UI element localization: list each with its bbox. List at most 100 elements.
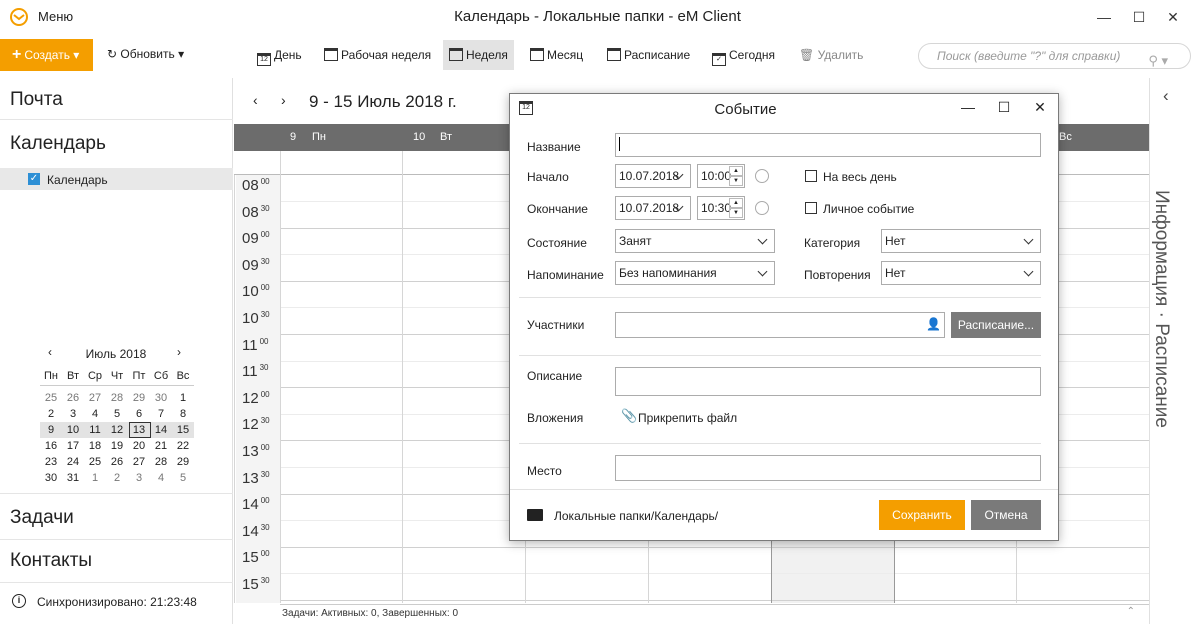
mini-calendar-day[interactable]: 29 bbox=[172, 454, 194, 470]
location-input[interactable] bbox=[615, 455, 1041, 481]
cancel-button[interactable]: Отмена bbox=[971, 500, 1041, 530]
timezone-globe-icon[interactable] bbox=[755, 201, 769, 215]
mini-calendar-day[interactable]: 21 bbox=[150, 438, 172, 454]
mini-calendar-day[interactable]: 23 bbox=[40, 454, 62, 470]
refresh-button[interactable]: ↻ Обновить ▾ bbox=[107, 47, 184, 61]
start-time-input[interactable]: 10:00 ▲ ▼ bbox=[697, 164, 745, 188]
timezone-globe-icon[interactable] bbox=[755, 169, 769, 183]
mini-calendar-day[interactable]: 26 bbox=[106, 454, 128, 470]
description-input[interactable] bbox=[615, 367, 1041, 396]
view-week-button[interactable]: Неделя bbox=[443, 40, 514, 70]
mini-calendar-day[interactable]: 12 bbox=[106, 422, 128, 438]
mini-calendar-day[interactable]: 4 bbox=[84, 406, 106, 422]
close-button[interactable]: ✕ bbox=[1162, 6, 1184, 28]
dialog-minimize-button[interactable]: — bbox=[958, 99, 978, 115]
mini-calendar-day[interactable]: 3 bbox=[62, 406, 84, 422]
maximize-button[interactable]: ☐ bbox=[1128, 6, 1150, 28]
schedule-button[interactable]: Расписание... bbox=[951, 312, 1041, 338]
spin-down-icon[interactable]: ▼ bbox=[729, 208, 743, 218]
mini-calendar-day[interactable]: 29 bbox=[128, 390, 150, 406]
mini-calendar-day[interactable]: 5 bbox=[172, 470, 194, 486]
calendar-checkbox[interactable]: ✓ bbox=[28, 173, 40, 185]
delete-button[interactable]: 🗑 Удалить bbox=[793, 40, 869, 70]
save-button[interactable]: Сохранить bbox=[879, 500, 965, 530]
folder-path[interactable]: Локальные папки/Календарь/ bbox=[554, 509, 718, 523]
nav-calendar[interactable]: Календарь bbox=[10, 133, 106, 155]
reminder-select[interactable]: Без напоминания bbox=[615, 261, 775, 285]
mini-calendar-day[interactable]: 1 bbox=[172, 390, 194, 406]
chevron-up-icon[interactable]: ⌃ bbox=[1127, 606, 1135, 617]
mini-calendar-day[interactable]: 30 bbox=[150, 390, 172, 406]
spin-up-icon[interactable]: ▲ bbox=[729, 198, 743, 208]
mini-calendar-day[interactable]: 27 bbox=[84, 390, 106, 406]
spin-down-icon[interactable]: ▼ bbox=[729, 176, 743, 186]
category-select[interactable]: Нет bbox=[881, 229, 1041, 253]
mini-calendar-day[interactable]: 11 bbox=[84, 422, 106, 438]
mini-calendar-day[interactable]: 22 bbox=[172, 438, 194, 454]
mini-calendar-day[interactable]: 18 bbox=[84, 438, 106, 454]
mini-calendar-day[interactable]: 16 bbox=[40, 438, 62, 454]
mini-calendar-day[interactable]: 4 bbox=[150, 470, 172, 486]
dialog-maximize-button[interactable]: ☐ bbox=[994, 99, 1014, 116]
next-week-button[interactable]: › bbox=[281, 92, 286, 108]
add-person-icon[interactable]: 👤 bbox=[926, 317, 941, 331]
nav-tasks[interactable]: Задачи bbox=[10, 507, 74, 529]
mini-calendar-day[interactable]: 5 bbox=[106, 406, 128, 422]
mini-calendar-day[interactable]: 19 bbox=[106, 438, 128, 454]
mini-calendar-day[interactable]: 17 bbox=[62, 438, 84, 454]
chevron-left-icon[interactable]: ‹ bbox=[48, 345, 52, 359]
mini-calendar-day[interactable]: 30 bbox=[40, 470, 62, 486]
hour-value: 15 bbox=[242, 549, 259, 567]
name-input[interactable] bbox=[615, 133, 1041, 157]
chevron-left-icon[interactable]: ‹ bbox=[1163, 86, 1169, 106]
mini-calendar-day[interactable]: 2 bbox=[40, 406, 62, 422]
mini-calendar-day[interactable]: 3 bbox=[128, 470, 150, 486]
prev-week-button[interactable]: ‹ bbox=[253, 92, 258, 108]
allday-checkbox[interactable] bbox=[805, 170, 817, 182]
mini-calendar-day[interactable]: 27 bbox=[128, 454, 150, 470]
mini-calendar-day[interactable]: 31 bbox=[62, 470, 84, 486]
mini-calendar-day[interactable]: 28 bbox=[150, 454, 172, 470]
nav-mail[interactable]: Почта bbox=[10, 89, 63, 111]
search-icon[interactable]: ⚲ ▾ bbox=[1148, 49, 1168, 73]
view-schedule-button[interactable]: Расписание bbox=[601, 40, 696, 70]
view-month-button[interactable]: Месяц bbox=[524, 40, 589, 70]
mini-calendar-day[interactable]: 25 bbox=[40, 390, 62, 406]
mini-calendar-day[interactable]: 20 bbox=[128, 438, 150, 454]
mini-calendar-day[interactable]: 26 bbox=[62, 390, 84, 406]
view-day-button[interactable]: 12 День bbox=[251, 40, 308, 70]
spin-up-icon[interactable]: ▲ bbox=[729, 166, 743, 176]
start-date-picker[interactable]: 10.07.2018 bbox=[615, 164, 691, 188]
mini-calendar-day[interactable]: 13 bbox=[128, 422, 150, 438]
mini-calendar-day[interactable]: 28 bbox=[106, 390, 128, 406]
mini-calendar-day[interactable]: 15 bbox=[172, 422, 194, 438]
status-select[interactable]: Занят bbox=[615, 229, 775, 253]
mini-calendar-day[interactable]: 7 bbox=[150, 406, 172, 422]
view-workweek-button[interactable]: Рабочая неделя bbox=[318, 40, 437, 70]
attach-file-button[interactable]: Прикрепить файл bbox=[638, 411, 737, 425]
mini-calendar-day[interactable]: 10 bbox=[62, 422, 84, 438]
mini-calendar-day[interactable]: 25 bbox=[84, 454, 106, 470]
search-input[interactable]: Поиск (введите "?" для справки) ⚲ ▾ bbox=[918, 43, 1191, 69]
dialog-close-button[interactable]: ✕ bbox=[1030, 99, 1050, 116]
mini-calendar-day[interactable]: 8 bbox=[172, 406, 194, 422]
right-pane-tabs[interactable]: Информация · Расписание bbox=[1150, 190, 1172, 530]
end-date-picker[interactable]: 10.07.2018 bbox=[615, 196, 691, 220]
end-time-input[interactable]: 10:30 ▲ ▼ bbox=[697, 196, 745, 220]
minimize-button[interactable]: — bbox=[1093, 6, 1115, 28]
mini-calendar-day[interactable]: 14 bbox=[150, 422, 172, 438]
mini-calendar-day[interactable]: 1 bbox=[84, 470, 106, 486]
mini-calendar-day[interactable]: 24 bbox=[62, 454, 84, 470]
attendees-input[interactable] bbox=[615, 312, 945, 338]
private-checkbox[interactable] bbox=[805, 202, 817, 214]
nav-contacts[interactable]: Контакты bbox=[10, 550, 92, 572]
mini-calendar-day[interactable]: 2 bbox=[106, 470, 128, 486]
today-button[interactable]: ✓ Сегодня bbox=[706, 40, 781, 70]
chevron-right-icon[interactable]: › bbox=[177, 345, 181, 359]
hour-label: 15 30 bbox=[242, 576, 270, 593]
calendar-today-icon: ✓ bbox=[712, 53, 726, 66]
mini-calendar-day[interactable]: 9 bbox=[40, 422, 62, 438]
repeat-select[interactable]: Нет bbox=[881, 261, 1041, 285]
mini-calendar-day[interactable]: 6 bbox=[128, 406, 150, 422]
create-button[interactable]: + Создать ▾ bbox=[0, 39, 93, 71]
